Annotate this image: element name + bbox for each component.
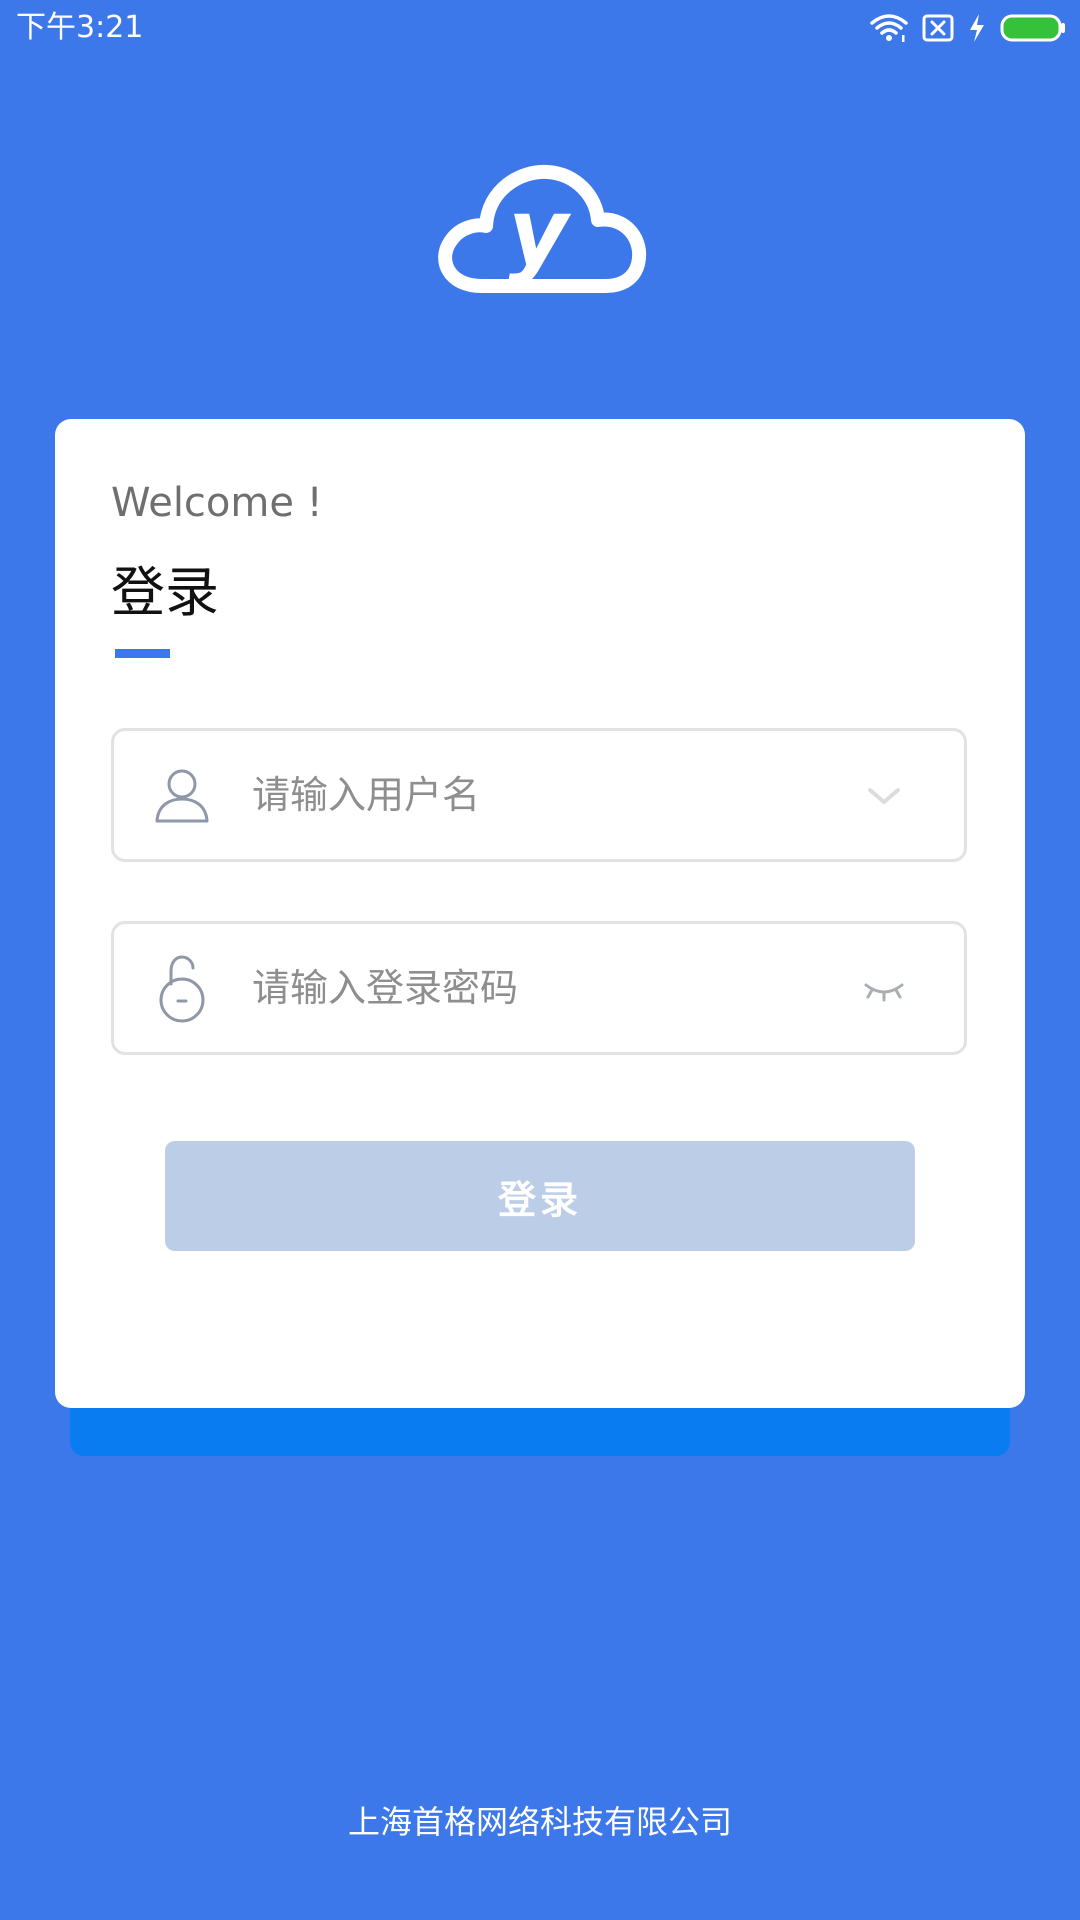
login-button[interactable]: 登录 (165, 1141, 915, 1251)
login-card: Welcome ! 登录 登录 (55, 419, 1025, 1408)
eye-closed-icon[interactable] (862, 969, 906, 1009)
password-input[interactable] (252, 956, 812, 1020)
status-icons (870, 12, 1066, 44)
chevron-down-icon[interactable] (862, 776, 906, 816)
charging-icon (970, 14, 984, 42)
logo-letter: y (508, 179, 572, 286)
footer-company: 上海首格网络科技有限公司 (347, 1803, 732, 1841)
battery-icon (1000, 14, 1065, 42)
title-underline (115, 649, 170, 658)
cloud-logo-icon: y (438, 164, 647, 293)
status-time: 下午3:21 (16, 10, 144, 45)
sim-off-icon (922, 14, 954, 42)
login-title: 登录 (111, 561, 219, 624)
username-field[interactable] (111, 728, 967, 862)
user-icon (155, 769, 209, 823)
username-input[interactable] (252, 763, 812, 827)
wifi-icon (870, 14, 908, 42)
lock-icon (159, 955, 205, 1023)
welcome-text: Welcome ! (111, 480, 323, 526)
password-field[interactable] (111, 921, 967, 1055)
status-bar: 下午3:21 (0, 0, 1080, 56)
